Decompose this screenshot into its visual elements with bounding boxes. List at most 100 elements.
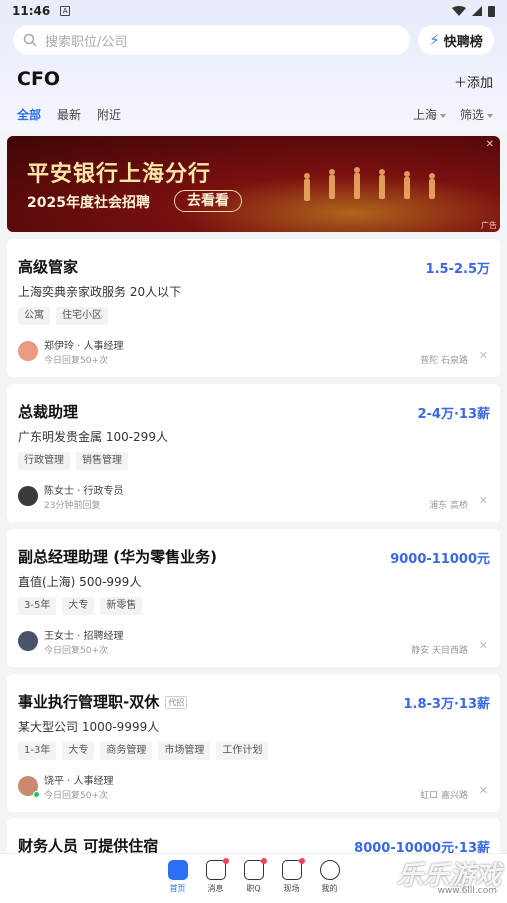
filter-bar: 上海 筛选 <box>413 106 493 123</box>
nav-zhiq[interactable]: 职Q <box>243 858 267 903</box>
job-title-row: 事业执行管理职-双休 代招 <box>18 691 188 712</box>
badge-dot <box>222 858 229 864</box>
reply-rate: 今日回复50+次 <box>44 791 108 801</box>
job-location: 普陀 石泉路 <box>420 356 468 366</box>
home-icon <box>167 860 188 880</box>
plus-icon: ＋ <box>453 76 467 91</box>
quick-hire-label: 快聘榜 <box>443 34 483 50</box>
recruiter-info: 陈女士 · 行政专员 <box>44 486 124 497</box>
search-input[interactable]: 搜索职位/公司 <box>13 25 410 55</box>
signal-icon <box>472 6 482 16</box>
job-salary: 9000-11000元 <box>390 552 490 567</box>
job-tags: 3-5年 大专 新零售 <box>18 597 143 615</box>
tab-all[interactable]: 全部 <box>17 106 41 123</box>
nav-live[interactable]: 现场 <box>281 858 305 903</box>
live-icon <box>281 860 302 880</box>
tab-latest[interactable]: 最新 <box>57 106 81 123</box>
job-tag: 1-3年 <box>18 742 57 760</box>
status-time: 11:46 <box>12 4 51 18</box>
badge-dot <box>260 858 267 864</box>
city-filter[interactable]: 上海 <box>413 106 446 123</box>
profile-icon <box>319 860 340 880</box>
job-tags: 行政管理 销售管理 <box>18 452 128 470</box>
ad-banner[interactable]: 平安银行上海分行 2025年度社会招聘 去看看 ✕ 广告 <box>7 136 500 232</box>
battery-icon <box>488 6 495 17</box>
badge-dot <box>298 858 305 864</box>
job-title: 总裁助理 <box>18 403 79 421</box>
ad-label: 广告 <box>481 221 497 230</box>
close-icon[interactable]: ✕ <box>486 139 494 150</box>
job-card[interactable]: 事业执行管理职-双休 代招 1.8-3万·13薪 某大型公司 1000-9999人… <box>7 674 500 812</box>
nav-label: 消息 <box>207 884 224 893</box>
recruiter-info: 王女士 · 招聘经理 <box>44 631 124 642</box>
job-tag: 销售管理 <box>76 452 128 470</box>
watermark-url: www.6lll.com <box>437 886 497 896</box>
job-tag: 商务管理 <box>100 742 153 760</box>
close-icon[interactable]: ✕ <box>479 494 488 507</box>
message-icon <box>205 860 226 880</box>
job-location: 虹口 嘉兴路 <box>420 791 468 801</box>
job-tag: 新零售 <box>100 597 143 615</box>
close-icon[interactable]: ✕ <box>479 639 488 652</box>
job-tag: 3-5年 <box>18 597 57 615</box>
wifi-icon <box>452 6 466 16</box>
nav-label: 职Q <box>246 884 261 893</box>
avatar <box>18 486 38 506</box>
job-company: 上海奕典亲家政服务 20人以下 <box>18 285 182 299</box>
job-tag: 公寓 <box>18 307 50 325</box>
chat-icon <box>243 860 264 880</box>
job-tag: 住宅小区 <box>56 307 108 325</box>
close-icon[interactable]: ✕ <box>479 349 488 362</box>
close-icon[interactable]: ✕ <box>479 784 488 797</box>
reply-rate: 今日回复50+次 <box>44 356 108 366</box>
reply-rate: 今日回复50+次 <box>44 646 108 656</box>
job-salary: 1.8-3万·13薪 <box>403 697 491 712</box>
job-card[interactable]: 财务人员 可提供住宿 8000-10000元·13薪 <box>7 818 500 858</box>
job-company: 某大型公司 1000-9999人 <box>18 720 160 734</box>
nav-label: 首页 <box>169 884 186 893</box>
status-icons <box>452 5 495 17</box>
city-label: 上海 <box>412 108 437 122</box>
banner-cta-button[interactable]: 去看看 <box>174 190 242 212</box>
job-tag: 工作计划 <box>216 742 269 760</box>
job-card[interactable]: 副总经理助理 (华为零售业务) 9000-11000元 直值(上海) 500-9… <box>7 529 500 667</box>
recruiter-info: 郑伊玲 · 人事经理 <box>44 341 124 352</box>
notification-icon: A <box>60 6 71 16</box>
filter-dropdown[interactable]: 筛选 <box>460 106 493 123</box>
runners-graphic <box>304 167 435 201</box>
job-title: 副总经理助理 (华为零售业务) <box>18 548 217 566</box>
quick-hire-button[interactable]: ⚡ 快聘榜 <box>418 25 494 55</box>
job-location: 静安 天目西路 <box>411 646 468 656</box>
nav-messages[interactable]: 消息 <box>205 858 229 903</box>
job-tag: 大专 <box>62 742 95 760</box>
nav-home[interactable]: 首页 <box>167 860 188 903</box>
job-card[interactable]: 总裁助理 2-4万·13薪 广东明发贵金属 100-299人 行政管理 销售管理… <box>7 384 500 522</box>
header: 搜索职位/公司 ⚡ 快聘榜 CFO ＋添加 全部 最新 附近 上海 筛选 <box>0 22 507 132</box>
job-company: 直值(上海) 500-999人 <box>18 575 142 589</box>
nav-label: 我的 <box>321 884 338 893</box>
filter-label: 筛选 <box>459 108 484 122</box>
job-tags: 1-3年 大专 商务管理 市场管理 工作计划 <box>18 742 269 760</box>
job-salary: 1.5-2.5万 <box>425 262 490 277</box>
search-placeholder: 搜索职位/公司 <box>45 34 128 50</box>
job-company: 广东明发贵金属 100-299人 <box>18 430 168 444</box>
recruiter-info: 饶平 · 人事经理 <box>44 776 114 787</box>
job-tag: 行政管理 <box>18 452 70 470</box>
nav-profile[interactable]: 我的 <box>319 860 340 903</box>
status-bar: 11:46 A <box>0 0 507 22</box>
agency-badge: 代招 <box>165 696 188 709</box>
nav-label: 现场 <box>283 884 300 893</box>
online-status-dot <box>33 791 40 798</box>
lightning-icon: ⚡ <box>429 31 440 49</box>
job-tag: 大专 <box>62 597 95 615</box>
tab-nearby[interactable]: 附近 <box>97 106 121 123</box>
job-salary: 2-4万·13薪 <box>417 407 490 422</box>
reply-rate: 23分钟前回复 <box>44 501 101 511</box>
job-tag: 市场管理 <box>158 742 211 760</box>
avatar <box>18 341 38 361</box>
job-card[interactable]: 高级管家 1.5-2.5万 上海奕典亲家政服务 20人以下 公寓 住宅小区 郑伊… <box>7 239 500 377</box>
add-button[interactable]: ＋添加 <box>454 72 493 91</box>
job-title: 高级管家 <box>18 258 79 276</box>
search-icon <box>23 33 37 47</box>
chevron-down-icon <box>439 113 446 118</box>
